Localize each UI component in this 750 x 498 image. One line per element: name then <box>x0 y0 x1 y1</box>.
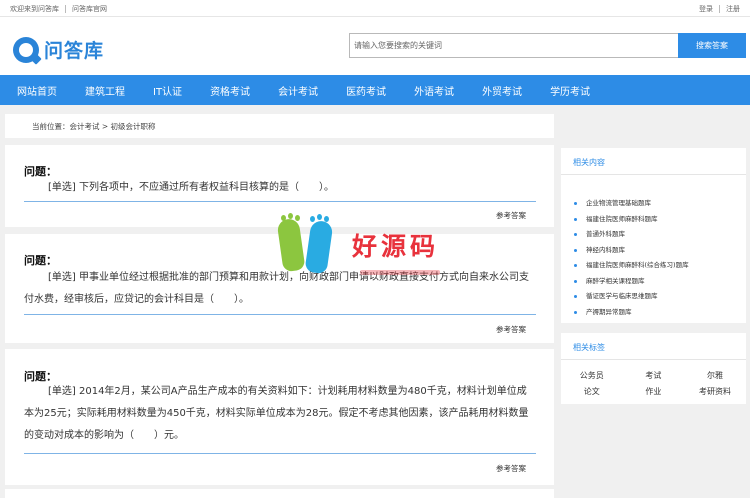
related-tags-panel: 相关标签 公务员 考试 尔雅 论文 作业 考研资料 <box>561 333 746 404</box>
watermark-brand: 好源码 <box>352 232 440 261</box>
watermark: 好源码 <box>276 213 478 285</box>
nav-item-degree[interactable]: 学历考试 <box>550 83 590 98</box>
nav-item-accounting[interactable]: 会计考试 <box>278 83 318 98</box>
related-list: 企业物流管理基础题库 福建住院医师麻醉科题库 普通外科题库 神经内科题库 福建住… <box>574 196 689 320</box>
nav-item-home[interactable]: 网站首页 <box>17 83 57 98</box>
list-item[interactable]: 麻醉学相关课程题库 <box>574 274 689 290</box>
question-card <box>5 489 554 498</box>
bullet-icon <box>574 248 577 252</box>
bullet-icon <box>574 217 577 221</box>
answer-link[interactable]: 参考答案 <box>496 210 526 221</box>
list-item[interactable]: 福建住院医师麻醉科题库 <box>574 212 689 228</box>
list-item[interactable]: 企业物流管理基础题库 <box>574 196 689 212</box>
related-link[interactable]: 循证医学与临床思维题库 <box>586 289 658 305</box>
welcome-link[interactable]: 欢迎来到问答库 <box>10 4 59 14</box>
bullet-icon <box>574 202 577 206</box>
related-link[interactable]: 企业物流管理基础题库 <box>586 196 651 212</box>
bullet-icon <box>574 279 577 283</box>
nav-item-it-cert[interactable]: IT认证 <box>153 83 182 98</box>
search-input[interactable] <box>349 33 679 58</box>
related-tags-title: 相关标签 <box>561 333 746 360</box>
register-link[interactable]: 注册 <box>726 4 740 14</box>
breadcrumb: 当前位置：会计考试 > 初级会计职称 <box>5 114 554 138</box>
tag-link[interactable]: 尔雅 <box>684 370 746 381</box>
nav-item-trade[interactable]: 外贸考试 <box>482 83 522 98</box>
nav-item-language[interactable]: 外语考试 <box>414 83 454 98</box>
nav-item-qualification[interactable]: 资格考试 <box>210 83 250 98</box>
nav-item-medical[interactable]: 医药考试 <box>346 83 386 98</box>
divider <box>24 201 536 202</box>
bullet-icon <box>574 264 577 268</box>
tag-grid: 公务员 考试 尔雅 论文 作业 考研资料 <box>561 367 746 399</box>
answer-link[interactable]: 参考答案 <box>496 463 526 474</box>
bullet-icon <box>574 233 577 237</box>
site-logo[interactable]: 问答库 <box>13 36 105 65</box>
related-content-title: 相关内容 <box>561 148 746 175</box>
divider <box>24 453 536 454</box>
official-site-link[interactable]: 问答库官网 <box>72 4 107 14</box>
related-link[interactable]: 麻醉学相关课程题库 <box>586 274 645 290</box>
tag-link[interactable]: 论文 <box>561 386 623 397</box>
list-item[interactable]: 神经内科题库 <box>574 243 689 259</box>
search-button[interactable]: 搜索答案 <box>678 33 746 58</box>
bullet-icon <box>574 310 577 314</box>
question-title: 问题： <box>24 254 57 267</box>
logo-text: 问答库 <box>44 40 105 62</box>
q-logo-icon <box>13 36 42 65</box>
login-link[interactable]: 登录 <box>699 4 713 14</box>
related-link[interactable]: 福建住院医师麻醉科(综合练习)题库 <box>586 258 689 274</box>
nav-item-construction[interactable]: 建筑工程 <box>85 83 125 98</box>
related-link[interactable]: 神经内科题库 <box>586 243 625 259</box>
list-item[interactable]: 产褥期异常题库 <box>574 305 689 321</box>
tag-link[interactable]: 考试 <box>623 370 685 381</box>
header: 问答库 搜索答案 <box>0 17 750 75</box>
list-item[interactable]: 循证医学与临床思维题库 <box>574 289 689 305</box>
top-bar: 欢迎来到问答库 问答库官网 登录 注册 <box>0 0 750 17</box>
question-text[interactable]: [单选] 2014年2月，某公司A产品生产成本的有关资料如下：计划耗用材料数量为… <box>24 381 536 447</box>
list-item[interactable]: 普通外科题库 <box>574 227 689 243</box>
divider <box>719 5 720 13</box>
list-item[interactable]: 福建住院医师麻醉科(综合练习)题库 <box>574 258 689 274</box>
footprint-icon <box>276 217 306 273</box>
tag-link[interactable]: 公务员 <box>561 370 623 381</box>
tag-link[interactable]: 作业 <box>623 386 685 397</box>
question-text[interactable]: [单选] 下列各项中，不应通过所有者权益科目核算的是（ ）。 <box>24 177 536 199</box>
related-link[interactable]: 福建住院医师麻醉科题库 <box>586 212 658 228</box>
watermark-underline <box>360 270 440 275</box>
related-content-panel: 相关内容 企业物流管理基础题库 福建住院医师麻醉科题库 普通外科题库 神经内科题… <box>561 148 746 323</box>
answer-link[interactable]: 参考答案 <box>496 324 526 335</box>
divider <box>65 5 66 13</box>
related-link[interactable]: 产褥期异常题库 <box>586 305 632 321</box>
tag-link[interactable]: 考研资料 <box>684 386 746 397</box>
question-card: 问题： [单选] 2014年2月，某公司A产品生产成本的有关资料如下：计划耗用材… <box>5 349 554 485</box>
bullet-icon <box>574 295 577 299</box>
divider <box>24 314 536 315</box>
main-nav: 网站首页 建筑工程 IT认证 资格考试 会计考试 医药考试 外语考试 外贸考试 … <box>0 75 750 105</box>
search-bar: 搜索答案 <box>349 33 746 58</box>
footprint-icon <box>304 219 334 275</box>
related-link[interactable]: 普通外科题库 <box>586 227 625 243</box>
